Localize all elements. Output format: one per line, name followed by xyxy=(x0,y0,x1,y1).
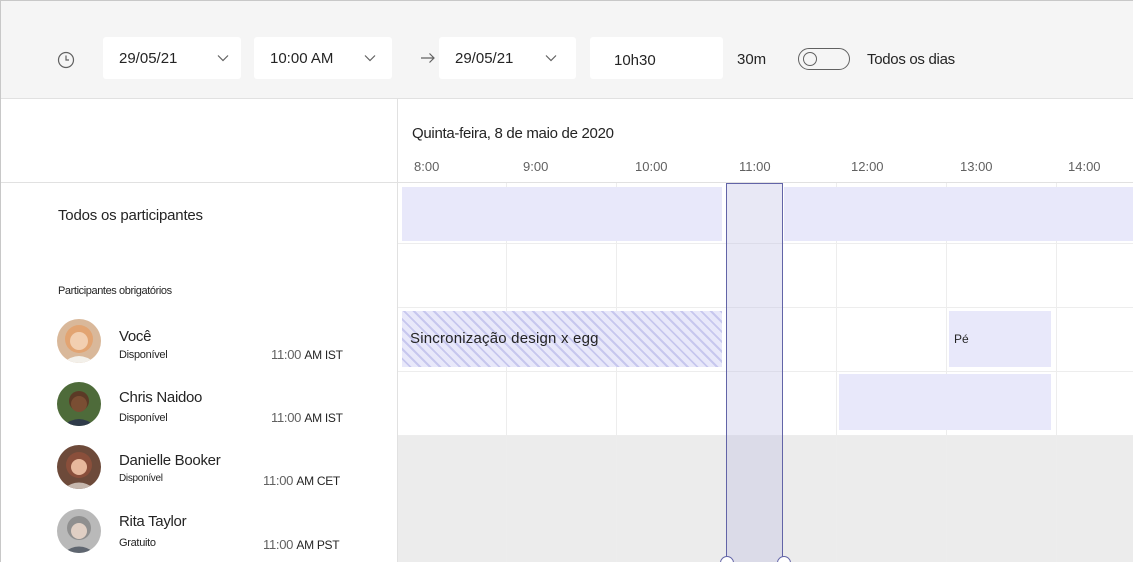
chevron-down-icon xyxy=(364,55,376,62)
start-date-value: 29/05/21 xyxy=(119,49,178,67)
participant-name: Danielle Booker xyxy=(119,452,221,469)
participant-local-time: 11:00 AM IST xyxy=(271,347,343,362)
avatar xyxy=(57,382,101,426)
busy-event[interactable] xyxy=(839,374,1051,430)
all-busy-block xyxy=(402,187,722,241)
avatar xyxy=(57,509,101,553)
required-participants-label: Participantes obrigatórios xyxy=(58,285,172,297)
schedule-header: Quinta-feira, 8 de maio de 2020 8:00 9:0… xyxy=(398,99,1133,183)
end-date-value: 29/05/21 xyxy=(455,49,514,67)
start-time-picker[interactable]: 10:00 AM xyxy=(254,37,392,79)
duration-label: 30m xyxy=(737,51,767,68)
end-date-picker[interactable]: 29/05/21 xyxy=(439,37,576,79)
clock-icon xyxy=(57,51,75,69)
participant-local-time: 11:00 AM IST xyxy=(271,410,343,425)
event-title: Sincronização design x egg xyxy=(410,330,599,347)
arrow-right-icon xyxy=(421,53,435,63)
all-day-label: Todos os dias xyxy=(867,51,955,68)
participant-status: Disponível xyxy=(119,473,163,484)
start-time-value: 10:00 AM xyxy=(270,49,334,67)
participant-row[interactable]: Chris Naidoo Disponível 11:00 AM IST xyxy=(1,374,397,434)
participant-status: Disponível xyxy=(119,349,168,361)
avatar xyxy=(57,319,101,363)
meeting-time-toolbar: 29/05/21 10:00 AM 29/05/21 10h30 30m Tod… xyxy=(1,1,1133,99)
schedule-date: Quinta-feira, 8 de maio de 2020 xyxy=(412,125,614,142)
participant-name: Você xyxy=(119,328,152,345)
participant-name: Rita Taylor xyxy=(119,513,187,530)
event-title: Pé xyxy=(954,332,969,346)
scheduling-assistant: 29/05/21 10:00 AM 29/05/21 10h30 30m Tod… xyxy=(0,0,1133,562)
hour-label: 8:00 xyxy=(414,159,440,174)
participant-row[interactable]: Danielle Booker Disponível 11:00 AM CET xyxy=(1,437,397,497)
all-participants-label: Todos os participantes xyxy=(58,207,203,224)
participant-status: Disponível xyxy=(119,412,168,424)
start-date-picker[interactable]: 29/05/21 xyxy=(103,37,241,79)
hour-label: 10:00 xyxy=(635,159,668,174)
participant-local-time: 11:00 AM PST xyxy=(263,537,340,552)
participant-status: Gratuito xyxy=(119,537,156,549)
hour-label: 12:00 xyxy=(851,159,884,174)
hour-label: 9:00 xyxy=(523,159,549,174)
toggle-knob xyxy=(803,52,817,66)
hour-label: 11:00 xyxy=(739,159,771,174)
participants-header xyxy=(1,99,397,183)
all-busy-block xyxy=(784,187,1133,241)
participant-name: Chris Naidoo xyxy=(119,389,203,406)
all-day-toggle[interactable] xyxy=(798,48,850,70)
avatar xyxy=(57,445,101,489)
hour-label: 14:00 xyxy=(1068,159,1101,174)
chevron-down-icon xyxy=(217,55,229,62)
participant-local-time: 11:00 AM CET xyxy=(263,473,340,488)
chevron-down-icon xyxy=(545,55,557,62)
selected-time-range[interactable] xyxy=(726,183,783,562)
participant-row[interactable]: Você Disponível 11:00 AM IST xyxy=(1,311,397,371)
end-time-input[interactable]: 10h30 xyxy=(590,37,723,79)
participant-row[interactable]: Rita Taylor Gratuito 11:00 AM PST xyxy=(1,501,397,561)
end-time-value: 10h30 xyxy=(614,51,656,69)
hour-label: 13:00 xyxy=(960,159,993,174)
